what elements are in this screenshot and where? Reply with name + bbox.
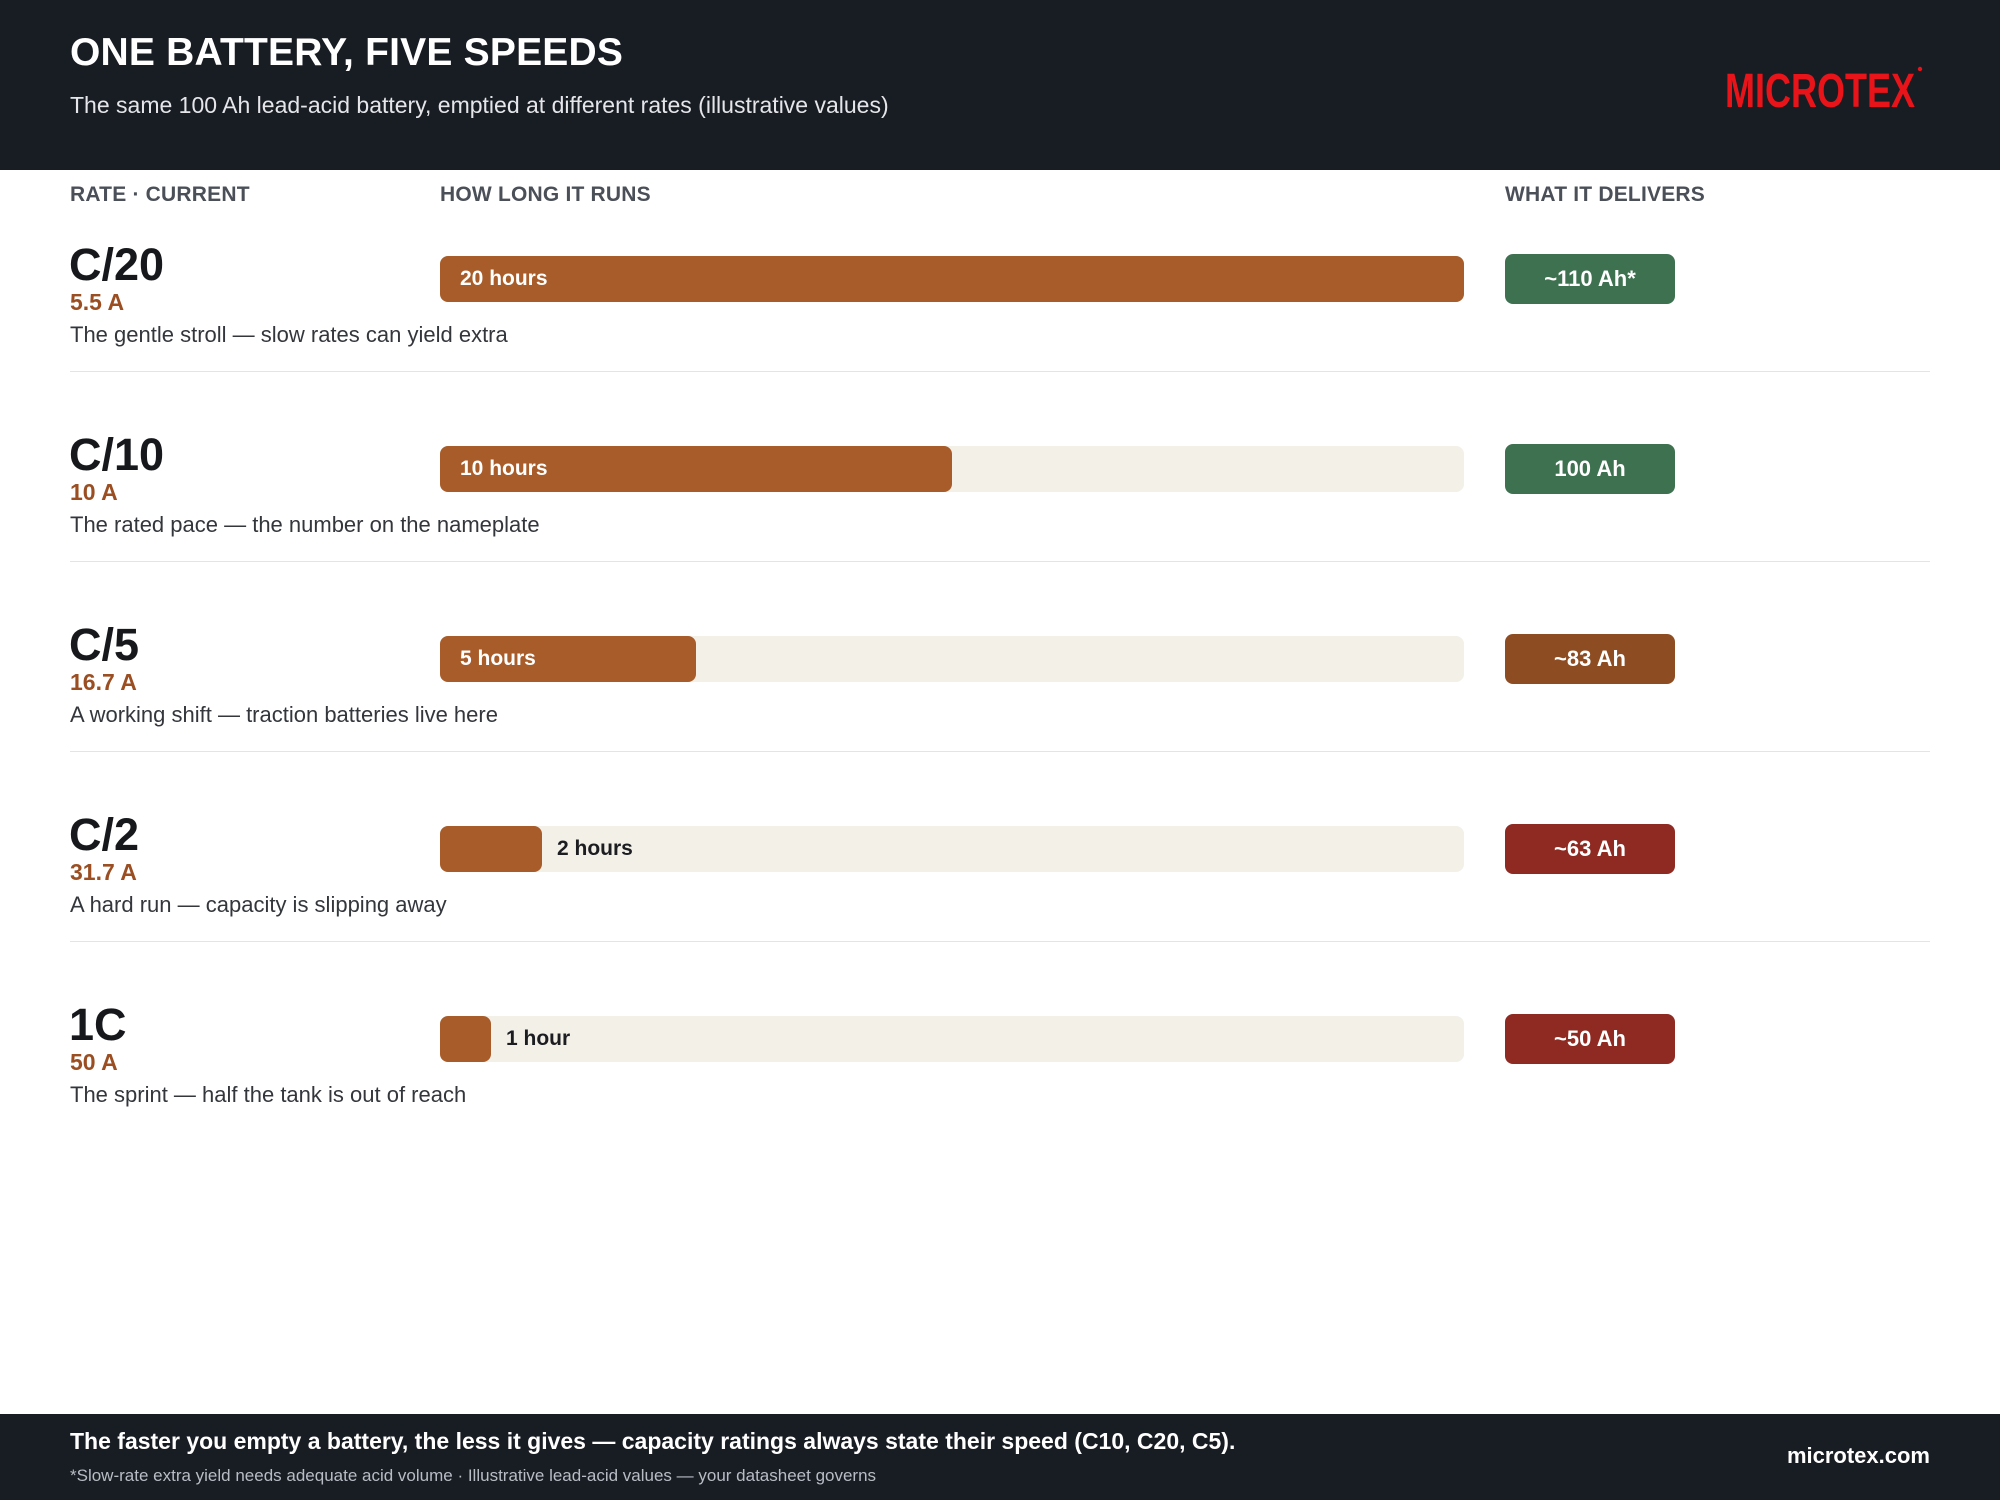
rate-label: C/2 bbox=[69, 809, 140, 860]
delivered-capacity-badge: 100 Ah bbox=[1505, 444, 1675, 494]
runtime-track: 10 hours bbox=[440, 446, 1464, 492]
runtime-label: 5 hours bbox=[460, 647, 536, 670]
rate-row: C/20 5.5 A The gentle stroll — slow rates … bbox=[0, 236, 2000, 426]
rate-description: The rated pace — the number on the namep… bbox=[70, 512, 540, 537]
row-divider bbox=[70, 941, 1930, 942]
footer-banner: The faster you empty a battery, the less… bbox=[0, 1414, 2000, 1500]
runtime-track: 20 hours bbox=[440, 256, 1464, 302]
rate-row: C/10 10 A The rated pace — the number on t… bbox=[0, 426, 2000, 616]
delivered-capacity-badge: ~83 Ah bbox=[1505, 634, 1675, 684]
row-divider bbox=[70, 561, 1930, 562]
page-subtitle: The same 100 Ah lead-acid battery, empti… bbox=[70, 92, 889, 118]
runtime-bar bbox=[440, 1016, 491, 1062]
delivered-capacity-badge: ~50 Ah bbox=[1505, 1014, 1675, 1064]
rate-description: The sprint — half the tank is out of rea… bbox=[70, 1082, 467, 1107]
runtime-track: 2 hours bbox=[440, 826, 1464, 872]
current-value: 31.7 A bbox=[70, 859, 137, 885]
current-value: 10 A bbox=[70, 479, 118, 505]
rate-description: A hard run — capacity is slipping away bbox=[70, 892, 447, 917]
column-header-runtime: HOW LONG IT RUNS bbox=[440, 183, 651, 206]
header-banner: ONE BATTERY, FIVE SPEEDS The same 100 Ah… bbox=[0, 0, 2000, 170]
rate-label: 1C bbox=[69, 999, 127, 1050]
microtex-logo: MICROTEX bbox=[1725, 65, 1923, 115]
current-value: 16.7 A bbox=[70, 669, 137, 695]
svg-text:MICROTEX: MICROTEX bbox=[1725, 65, 1915, 115]
footer-takeaway: The faster you empty a battery, the less… bbox=[70, 1428, 1236, 1454]
rate-description: The gentle stroll — slow rates can yield… bbox=[70, 322, 508, 347]
rate-description: A working shift — traction batteries liv… bbox=[70, 702, 498, 727]
rate-row: 1C 50 A The sprint — half the tank is out … bbox=[0, 996, 2000, 1186]
runtime-label: 1 hour bbox=[506, 1027, 571, 1050]
runtime-label: 2 hours bbox=[557, 837, 633, 860]
runtime-track: 5 hours bbox=[440, 636, 1464, 682]
runtime-bar bbox=[440, 826, 542, 872]
rate-row: C/5 16.7 A A working shift — traction batt… bbox=[0, 616, 2000, 806]
rate-label: C/5 bbox=[69, 619, 140, 670]
rate-row: C/2 31.7 A A hard run — capacity is slippi… bbox=[0, 806, 2000, 996]
column-header-rate: RATE · CURRENT bbox=[70, 183, 250, 206]
rate-label: C/10 bbox=[69, 429, 165, 480]
runtime-label: 20 hours bbox=[460, 267, 548, 290]
runtime-label: 10 hours bbox=[460, 457, 548, 480]
column-header-delivers: WHAT IT DELIVERS bbox=[1505, 183, 1705, 206]
delivered-capacity-badge: ~63 Ah bbox=[1505, 824, 1675, 874]
page-title: ONE BATTERY, FIVE SPEEDS bbox=[70, 31, 624, 74]
current-value: 50 A bbox=[70, 1049, 118, 1075]
current-value: 5.5 A bbox=[70, 289, 125, 315]
runtime-track: 1 hour bbox=[440, 1016, 1464, 1062]
delivered-capacity-badge: ~110 Ah* bbox=[1505, 254, 1675, 304]
rate-label: C/20 bbox=[69, 239, 165, 290]
runtime-bar bbox=[440, 256, 1464, 302]
row-divider bbox=[70, 751, 1930, 752]
website-link[interactable]: microtex.com bbox=[1787, 1443, 1930, 1469]
row-divider bbox=[70, 371, 1930, 372]
footer-footnote: *Slow-rate extra yield needs adequate ac… bbox=[70, 1466, 877, 1485]
